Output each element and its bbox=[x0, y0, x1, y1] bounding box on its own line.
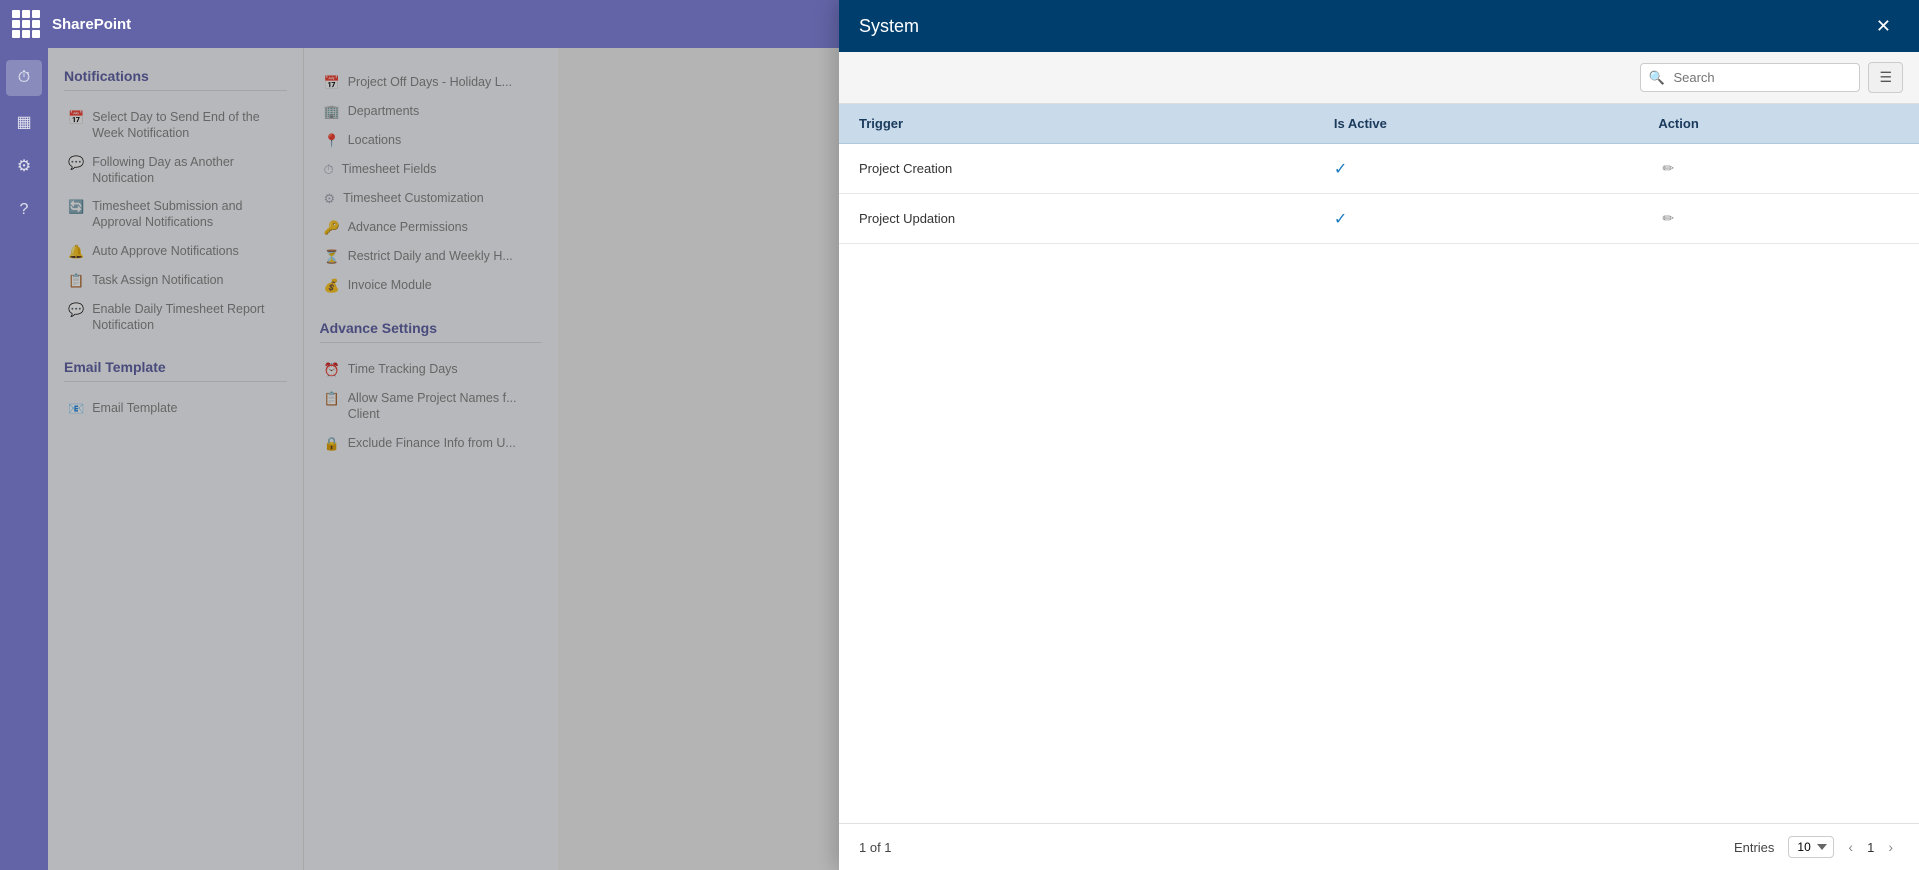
sidebar-icon-gear[interactable]: ⚙ bbox=[6, 148, 42, 184]
col-action: Action bbox=[1638, 104, 1919, 144]
edit-project-updation-button[interactable]: ✏ bbox=[1658, 208, 1678, 229]
system-header: System ✕ bbox=[839, 0, 1919, 52]
active-check-icon: ✓ bbox=[1334, 161, 1347, 178]
action-project-updation: ✏ bbox=[1638, 194, 1919, 244]
sidebar-icon-clock[interactable]: ⏱ bbox=[6, 60, 42, 96]
current-page: 1 bbox=[1863, 840, 1878, 855]
system-pagination: 1 of 1 Entries 5 10 25 50 ‹ 1 › bbox=[839, 823, 1919, 870]
system-search-input[interactable] bbox=[1640, 63, 1860, 92]
system-menu-button[interactable]: ☰ bbox=[1868, 62, 1903, 93]
table-row: Project Updation ✓ ✏ bbox=[839, 194, 1919, 244]
app-title: SharePoint bbox=[52, 16, 131, 33]
system-title: System bbox=[859, 16, 1868, 37]
prev-page-button[interactable]: ‹ bbox=[1842, 837, 1859, 857]
system-table-wrap: Trigger Is Active Action Project Creatio… bbox=[839, 104, 1919, 823]
sidebar-icon-help[interactable]: ? bbox=[6, 192, 42, 228]
next-page-button[interactable]: › bbox=[1882, 837, 1899, 857]
entries-select[interactable]: 5 10 25 50 bbox=[1788, 836, 1834, 858]
system-search-wrap: 🔍 bbox=[1640, 63, 1860, 92]
active-check-icon-2: ✓ bbox=[1334, 211, 1347, 228]
col-trigger: Trigger bbox=[839, 104, 1314, 144]
trigger-project-creation: Project Creation bbox=[839, 144, 1314, 194]
is-active-project-creation: ✓ bbox=[1314, 144, 1638, 194]
main-layout: ⏱ ▦ ⚙ ? Notifications 📅 Select Day to Se… bbox=[0, 48, 1919, 870]
table-header-row: Trigger Is Active Action bbox=[839, 104, 1919, 144]
pagination-pages: ‹ 1 › bbox=[1842, 837, 1899, 857]
system-toolbar: 🔍 ☰ bbox=[839, 52, 1919, 104]
col-is-active: Is Active bbox=[1314, 104, 1638, 144]
action-project-creation: ✏ bbox=[1638, 144, 1919, 194]
apps-grid-icon[interactable] bbox=[12, 10, 40, 38]
pagination-info: 1 of 1 bbox=[859, 840, 1726, 855]
table-row: Project Creation ✓ ✏ bbox=[839, 144, 1919, 194]
trigger-project-updation: Project Updation bbox=[839, 194, 1314, 244]
sidebar-icon-table[interactable]: ▦ bbox=[6, 104, 42, 140]
entries-label: Entries bbox=[1734, 840, 1774, 855]
edit-project-creation-button[interactable]: ✏ bbox=[1658, 158, 1678, 179]
system-close-button[interactable]: ✕ bbox=[1868, 12, 1899, 41]
system-search-icon: 🔍 bbox=[1648, 70, 1664, 86]
system-table: Trigger Is Active Action Project Creatio… bbox=[839, 104, 1919, 244]
sidebar-icons: ⏱ ▦ ⚙ ? bbox=[0, 48, 48, 870]
system-panel: System ✕ 🔍 ☰ Trigger Is Active Action bbox=[839, 0, 1919, 870]
is-active-project-updation: ✓ bbox=[1314, 194, 1638, 244]
